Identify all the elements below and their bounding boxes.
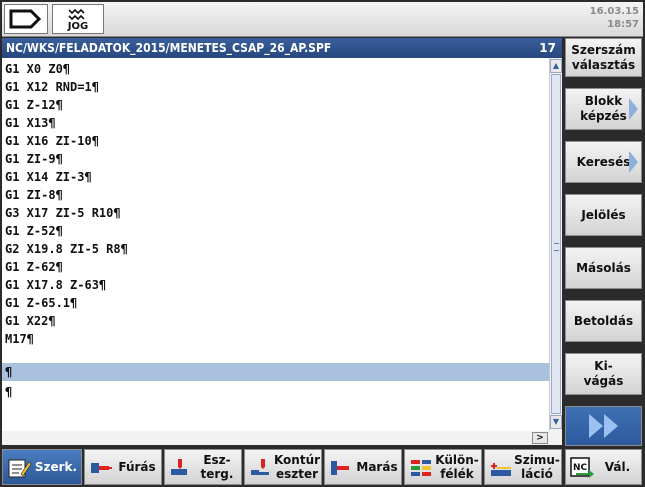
softkey-label: Kontúr eszter bbox=[273, 453, 321, 481]
simulation-icon bbox=[491, 463, 511, 476]
code-line[interactable]: G3 X17 ZI-5 R10¶ bbox=[5, 204, 549, 222]
code-line[interactable]: G1 Z-65.1¶ bbox=[5, 294, 549, 312]
code-line[interactable]: G1 Z-52¶ bbox=[5, 222, 549, 240]
misc-button[interactable]: Külön- félék bbox=[404, 449, 482, 485]
simulation-button[interactable]: Szimu- láció bbox=[484, 449, 562, 485]
double-chevron-right-icon bbox=[589, 414, 618, 438]
softkey-label: Vál. bbox=[604, 460, 631, 474]
softkey-label: Másolás bbox=[576, 260, 631, 275]
softkey-label: Betoldás bbox=[573, 313, 634, 328]
vertical-scrollbar[interactable]: ▲ ▼ bbox=[549, 58, 562, 431]
status-bar: JOG 16.03.15 18:57 bbox=[2, 2, 643, 37]
misc-icon bbox=[411, 460, 431, 476]
softkey-label: Keresés bbox=[576, 154, 631, 169]
code-line[interactable]: G1 X13¶ bbox=[5, 114, 549, 132]
softkey-label: Fúrás bbox=[118, 460, 156, 474]
code-line[interactable]: G1 X0 Z0¶ bbox=[5, 60, 549, 78]
scrollbar-thumb[interactable] bbox=[551, 74, 561, 414]
svg-text:NC: NC bbox=[573, 463, 588, 473]
mark-button[interactable]: Jelölés bbox=[565, 194, 642, 236]
drilling-button[interactable]: Fúrás bbox=[84, 449, 162, 485]
next-page-button[interactable] bbox=[565, 406, 642, 446]
horizontal-scrollbar[interactable]: > bbox=[2, 431, 562, 445]
block-build-button[interactable]: Blokk képzés bbox=[565, 88, 642, 130]
mode-label: JOG bbox=[67, 21, 89, 32]
contour-turning-icon bbox=[251, 459, 269, 475]
cut-button[interactable]: Ki- vágás bbox=[565, 353, 642, 395]
scroll-right-icon[interactable]: > bbox=[532, 432, 548, 444]
turning-button[interactable]: Esz- terg. bbox=[164, 449, 242, 485]
code-line[interactable]: G2 X19.8 ZI-5 R8¶ bbox=[5, 240, 549, 258]
code-line[interactable]: G1 X12 RND=1¶ bbox=[5, 78, 549, 96]
code-line[interactable]: G1 X22¶ bbox=[5, 312, 549, 330]
milling-icon bbox=[331, 461, 349, 475]
code-line[interactable]: ¶ bbox=[5, 383, 549, 401]
date-time: 16.03.15 18:57 bbox=[590, 5, 639, 31]
code-line[interactable]: G1 Z-12¶ bbox=[5, 96, 549, 114]
code-line-selected[interactable]: ¶ bbox=[2, 363, 549, 381]
softkey-label: Szerk. bbox=[34, 460, 78, 474]
code-line[interactable]: G1 ZI-8¶ bbox=[5, 186, 549, 204]
milling-button[interactable]: Marás bbox=[324, 449, 402, 485]
softkey-label: Marás bbox=[356, 460, 398, 474]
chevron-right-icon bbox=[629, 151, 638, 173]
softkey-label: Szimu- láció bbox=[514, 453, 560, 481]
softkey-label: Külön- félék bbox=[435, 453, 479, 481]
program-path: NC/WKS/FELADATOK_2015/MENETES_CSAP_26_AP… bbox=[6, 41, 332, 55]
current-line-number: 17 bbox=[539, 41, 556, 55]
sinumerik-window: JOG 16.03.15 18:57 NC/WKS/FELADATOK_2015… bbox=[0, 0, 645, 487]
tool-select-button[interactable]: Szerszám választás bbox=[565, 38, 642, 77]
jog-icon bbox=[68, 8, 85, 21]
code-line[interactable]: M17¶ bbox=[5, 330, 549, 348]
program-header: NC/WKS/FELADATOK_2015/MENETES_CSAP_26_AP… bbox=[2, 38, 562, 58]
code-line[interactable]: G1 Z-62¶ bbox=[5, 258, 549, 276]
code-line[interactable]: G1 X16 ZI-10¶ bbox=[5, 132, 549, 150]
copy-button[interactable]: Másolás bbox=[565, 247, 642, 289]
program-editor[interactable]: G1 X0 Z0¶ G1 X12 RND=1¶ G1 Z-12¶ G1 X13¶… bbox=[2, 58, 549, 431]
jog-mode-indicator: JOG bbox=[52, 4, 104, 34]
edit-button[interactable]: Szerk. bbox=[2, 449, 82, 485]
scroll-down-icon[interactable]: ▼ bbox=[550, 415, 562, 429]
paste-button[interactable]: Betoldás bbox=[565, 300, 642, 342]
code-line[interactable]: G1 X14 ZI-3¶ bbox=[5, 168, 549, 186]
softkey-label: Jelölés bbox=[581, 207, 626, 222]
edit-icon bbox=[8, 459, 31, 478]
scroll-up-icon[interactable]: ▲ bbox=[550, 59, 562, 73]
time: 18:57 bbox=[607, 19, 639, 30]
code-line[interactable]: G1 X17.8 Z-63¶ bbox=[5, 276, 549, 294]
turning-icon bbox=[171, 459, 187, 475]
contour-turning-button[interactable]: Kontúr eszter bbox=[244, 449, 322, 485]
search-button[interactable]: Keresés bbox=[565, 141, 642, 183]
grip-icon bbox=[554, 243, 559, 251]
chevron-right-icon bbox=[629, 98, 638, 120]
softkey-label: Szerszám választás bbox=[571, 42, 636, 72]
softkey-label: Esz- terg. bbox=[200, 453, 234, 481]
softkey-label: Ki- vágás bbox=[583, 359, 624, 388]
nc-select-button[interactable]: NC Vál. bbox=[565, 449, 642, 485]
machine-area-icon bbox=[9, 9, 42, 29]
machine-area-button[interactable] bbox=[4, 4, 48, 34]
softkey-label: Blokk képzés bbox=[580, 94, 627, 123]
code-line[interactable]: G1 ZI-9¶ bbox=[5, 150, 549, 168]
date: 16.03.15 bbox=[589, 6, 639, 17]
drilling-icon bbox=[91, 463, 112, 473]
nc-select-icon: NC bbox=[570, 457, 594, 478]
